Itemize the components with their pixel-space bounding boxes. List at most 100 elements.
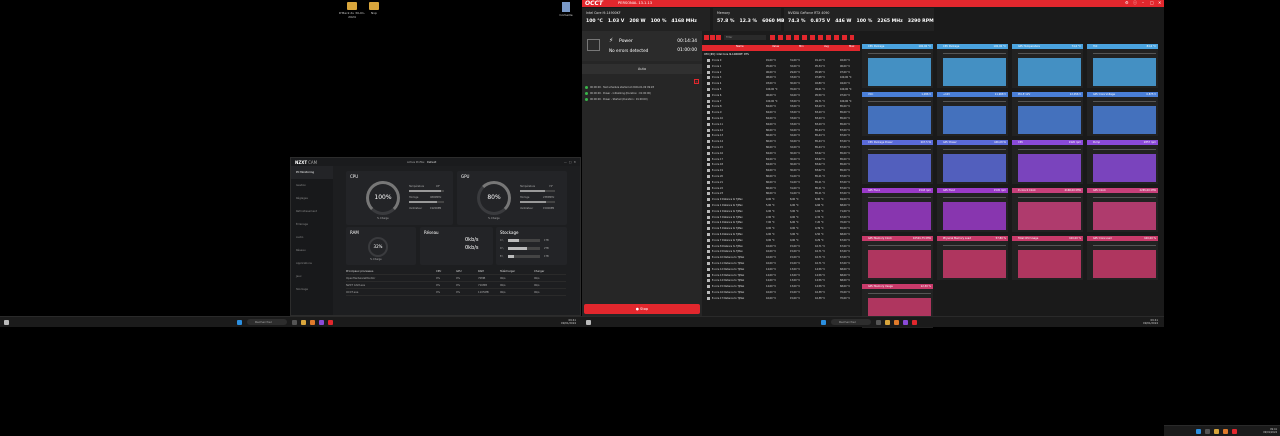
thermometer-icon [707,238,710,242]
maximize-icon[interactable]: □ [1150,1,1155,5]
sensor-chart[interactable]: GPU Core Load 100,00 % [1087,236,1158,280]
taskview-icon[interactable] [876,319,881,325]
sensor-chart[interactable]: VCC 1,286 V [862,92,933,136]
explorer-icon[interactable] [885,319,890,325]
sensor-chart[interactable]: CPU Package 100,00 °C [937,44,1008,88]
firefox-icon[interactable] [310,319,315,325]
sensor-chart[interactable]: +12V 11,968 V [937,92,1008,136]
toolbar-icon[interactable] [716,35,721,40]
window-controls[interactable]: — □ ✕ [564,160,576,164]
sensor-chart[interactable]: GPU Memory Clock 10501,75 MHz [862,236,933,280]
sensor-row[interactable]: E-core 17 Distance to TjMax 16,00 °C 15,00… [702,296,860,302]
stop-button[interactable]: ● Stop [584,304,700,314]
clock[interactable]: 09:41 09/01/2024 [561,319,576,325]
app-icon[interactable] [903,319,908,325]
cpu-clock-label: Horloge [409,196,419,199]
sidebar-item[interactable]: Refroidissement [291,205,333,218]
sensor-chart[interactable]: GPU Core Voltage 0,875 V [1087,92,1158,136]
gpu-clock-bar [520,201,555,203]
process-row[interactable]: OpenHardwareMonitor 0% 0% 70MB 0b/s 0b/s [346,275,566,282]
sensor-chart[interactable]: GPU Clock 2265,00 MHz [1087,188,1158,232]
chart-area [1093,249,1156,278]
sensor-chart[interactable]: Physical Memory Load 57,80 % [937,236,1008,280]
chart-area [943,201,1006,230]
chart-title: GPU Temperature [1018,45,1040,48]
sensor-chart[interactable]: GPU Power 446,08 W [937,140,1008,184]
desktop-folder-icon[interactable]: Nvp [359,2,389,15]
clock[interactable]: 09:41 09/01/2024 [1143,319,1158,325]
profile-select[interactable]: Default [427,161,436,164]
sidebar-item[interactable]: Applications [291,257,333,270]
minimize-icon[interactable]: – [1142,1,1147,5]
thermometer-icon [707,198,710,202]
search-input[interactable]: Rechercher [247,319,287,325]
sidebar-item-pc-monitoring[interactable]: PC Monitoring [291,166,333,179]
memory-summary-values: 57.8 % 12.3 % 6060 MB [717,19,785,24]
filter-input[interactable]: Filter [724,35,766,40]
search-icon[interactable] [1205,428,1210,434]
start-icon[interactable] [821,319,826,325]
taskview-icon[interactable] [292,319,297,325]
chart-plot [868,101,931,134]
nzxt-logo: NZXT [295,159,308,165]
settings-icon[interactable]: ⚙ [1125,1,1130,5]
clear-log-icon[interactable]: ✕ [694,79,699,84]
sidebar-item[interactable]: Gestion [291,179,333,192]
info-icon[interactable]: ⓘ [1133,1,1138,5]
recycle-bin-icon[interactable]: Corbeille [551,2,581,17]
sensor-chart[interactable]: P-core 0 Clock 4168,00 MHz [1012,188,1083,232]
occt-taskbar-icon[interactable] [912,319,917,325]
sidebar-item[interactable]: Réseau [291,244,333,257]
storage-card-title: Stockage [500,230,519,235]
sensor-chart[interactable]: Total CPU Usage 100,00 % [1012,236,1083,280]
explorer-icon[interactable] [1214,428,1219,434]
toolbar-icon[interactable] [704,35,709,40]
sensor-chart[interactable]: PCI-E 12V 12,056 V [1012,92,1083,136]
sidebar-item[interactable]: Jeux [291,270,333,283]
mode-selector[interactable]: Auto [582,64,702,74]
sensor-chart[interactable]: Pump 2857 rpm [1087,140,1158,184]
sidebar-item[interactable]: Réglages [291,192,333,205]
occt-taskbar-icon[interactable] [328,319,333,325]
firefox-icon[interactable] [1223,428,1228,434]
app-icon[interactable] [319,319,324,325]
process-row[interactable]: NZXT CAM.exe 0% 0% 716MB 0b/s 0b/s [346,282,566,289]
chart-plot [1093,197,1156,230]
sensor-chart[interactable]: GPU Temperature 74,0 °C [1012,44,1083,88]
sidebar-item[interactable]: Audio [291,231,333,244]
sensor-group[interactable]: CPU [#0]: Intel Core i9-14900KF: DTS [704,53,749,56]
chart-plot [1018,197,1081,230]
process-row[interactable]: OCCT.exe 0% 0% 1105MB 0b/s 0b/s [346,289,566,296]
gpu-temp-value: 74° [549,185,554,188]
chart-plot [943,101,1006,134]
sensor-chart[interactable]: GPU Fan1 1543 rpm [862,188,933,232]
table-header: Name Value Min Avg Max [702,45,860,51]
search-input[interactable]: Rechercher [831,319,871,325]
widgets-icon[interactable] [586,319,591,325]
sensor-chart[interactable]: CPU Package Power 207,5 W [862,140,933,184]
sensor-chart[interactable]: CPU 1920 rpm [1012,140,1083,184]
clock[interactable]: 09:41 09/01/2024 [1263,428,1277,434]
chart-header: +12V 11,968 V [937,92,1008,97]
explorer-icon[interactable] [301,319,306,325]
start-icon[interactable] [237,319,242,325]
sidebar-item[interactable]: Stockage [291,283,333,296]
close-icon[interactable]: ✕ [1158,1,1163,5]
chart-value: 10501,75 MHz [912,237,931,240]
occt-taskbar-icon[interactable] [1232,428,1237,434]
occt-logo: OCCT [585,0,603,7]
chart-header: Pump 2857 rpm [1087,140,1158,145]
graph-toolbar-icons[interactable] [770,35,854,40]
widgets-icon[interactable] [4,319,9,325]
sensor-chart[interactable]: GPU Fan2 1545 rpm [937,188,1008,232]
sensor-chart[interactable]: Hot 84,0 °C [1087,44,1158,88]
thermometer-icon [707,285,710,289]
thermometer-icon [707,93,710,97]
nzxt-app-name: CAM [308,159,318,165]
toolbar-icon[interactable] [710,35,715,40]
cpu-summary: Intel Core i9-14900KF 100 °C 1.03 V 208 W1… [582,8,710,31]
sensor-chart[interactable]: CPU Package 100,00 °C [862,44,933,88]
firefox-icon[interactable] [894,319,899,325]
start-icon[interactable] [1196,428,1201,434]
sidebar-item[interactable]: Éclairage [291,218,333,231]
